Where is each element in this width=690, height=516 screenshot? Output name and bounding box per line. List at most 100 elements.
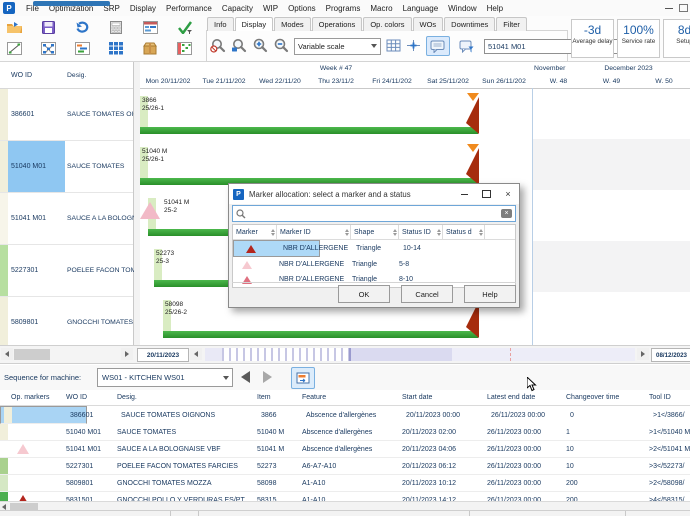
wo-id-cell[interactable]: 5809801 [8,297,65,348]
wo-row-51041-m01[interactable]: 51041 M01SAUCE A LA BOLOGNAISE [0,193,133,245]
menu-help[interactable]: Help [482,2,508,15]
ops-row-51040-m01[interactable]: 51040 M01SAUCE TOMATES51040 MAbscence d'… [0,424,690,441]
scale-select[interactable]: Variable scale [294,38,381,55]
zoom-in-icon[interactable] [252,38,268,55]
ops-col-wo-id[interactable]: WO ID [63,390,114,405]
dialog-col-status-id[interactable]: Status ID [399,225,443,239]
desig-cell[interactable]: SAUCE A LA BOLOGNAISE [65,193,138,244]
gantt-scroll-right[interactable] [637,348,649,360]
zoom-region-icon[interactable] [231,38,247,55]
route-chart-icon[interactable] [2,39,26,57]
restore-icon[interactable] [679,4,688,12]
menu-performance[interactable]: Performance [161,2,217,15]
minimize-icon[interactable] [665,7,673,9]
previous-machine-button[interactable] [241,371,250,383]
wo-table-scroll-thumb[interactable] [14,349,50,360]
dialog-close-button[interactable]: × [497,185,519,203]
wo-id-cell[interactable]: 5227301 [8,245,65,296]
dialog-minimize-button[interactable] [453,185,475,203]
tab-wos[interactable]: WOs [413,17,444,31]
menu-programs[interactable]: Programs [321,2,366,15]
wo-search-input[interactable] [484,39,584,54]
label-filter-icon[interactable] [455,36,479,56]
dialog-maximize-button[interactable] [475,185,497,203]
menu-capacity[interactable]: Capacity [217,2,258,15]
ops-row-51041-m01[interactable]: 51041 M01SAUCE A LA BOLOGNAISE VBF51041 … [0,441,690,458]
marker-row-10-14[interactable]: NBR D'ALLERGENETriangle10-14 [233,240,320,257]
ops-row-5809801[interactable]: 5809801GNOCCHI TOMATES MOZZA58098A1-A102… [0,475,690,492]
menu-macro[interactable]: Macro [365,2,397,15]
grid-lines-icon[interactable] [386,39,401,54]
desig-column-header[interactable]: Desig. [65,62,138,88]
marker-search-box[interactable]: × [232,205,516,222]
dialog-col-shape[interactable]: Shape [351,225,399,239]
zoom-cancel-icon[interactable] [210,38,226,55]
wo-row-51040-m01[interactable]: 51040 M01SAUCE TOMATES [0,141,133,193]
desig-cell[interactable]: SAUCE TOMATES [65,141,138,192]
menu-options[interactable]: Options [283,2,321,15]
next-machine-button[interactable] [263,371,272,383]
marker-row-5-8[interactable]: NBR D'ALLERGENETriangle5-8 [233,257,515,272]
ops-row-386601[interactable]: 386601SAUCE TOMATES OIGNONS3866Abscence … [0,406,87,424]
dialog-col-status-d[interactable]: Status d [443,225,485,239]
desig-cell[interactable]: SAUCE TOMATES OIGNONS [65,89,138,140]
cancel-button[interactable]: Cancel [401,285,453,303]
tab-info[interactable]: Info [207,17,234,31]
planning-board-icon[interactable] [138,18,162,36]
tab-display[interactable]: Display [235,17,274,31]
wo-table-scroll-left[interactable] [1,348,13,360]
sequence-view-toggle[interactable] [291,367,315,389]
dialog-col-marker[interactable]: Marker [233,225,277,239]
ops-col-desig[interactable]: Desig. [114,390,254,405]
ops-col-tool-id[interactable]: Tool ID [646,390,690,405]
allergen-marker-icon[interactable] [140,202,160,219]
ops-scroll-thumb[interactable] [10,503,38,510]
tab-modes[interactable]: Modes [274,17,311,31]
ops-col-changeover-time[interactable]: Changeover time [563,390,646,405]
wo-id-cell[interactable]: 386601 [8,89,65,140]
machine-select[interactable]: WS01 - KITCHEN WS01 [97,368,233,387]
wo-id-cell[interactable]: 51040 M01 [8,141,65,192]
menu-language[interactable]: Language [398,2,444,15]
help-button[interactable]: Help [464,285,516,303]
open-icon[interactable] [2,18,26,36]
menu-wip[interactable]: WIP [258,2,283,15]
wo-id-cell[interactable]: 51041 M01 [8,193,65,244]
calculator-icon[interactable] [104,18,128,36]
clear-search-button[interactable]: × [501,209,512,218]
operation-bar[interactable] [163,331,478,338]
filter-ok-icon[interactable] [172,18,196,36]
ops-col-op-markers[interactable]: Op. markers [8,390,63,405]
package-icon[interactable] [138,39,162,57]
ops-col-latest-end-date[interactable]: Latest end date [484,390,563,405]
ops-row-5227301[interactable]: 5227301POELEE FACON TOMATES FARCIES52273… [0,458,690,475]
gantt-timeline-scrollbar[interactable] [205,348,635,361]
wo-row-5227301[interactable]: 5227301POELEE FACON TOMATES [0,245,133,297]
grid-view-icon[interactable] [104,39,128,57]
undo-icon[interactable] [70,18,94,36]
dialog-title-bar[interactable]: P Marker allocation: select a marker and… [229,184,519,204]
wo-row-386601[interactable]: 386601SAUCE TOMATES OIGNONS [0,89,133,141]
tab-filter[interactable]: Filter [496,17,527,31]
wo-row-5809801[interactable]: 5809801GNOCCHI TOMATES MOZZA [0,297,133,349]
ok-button[interactable]: OK [338,285,390,303]
menu-display[interactable]: Display [125,2,161,15]
dialog-col-marker-id[interactable]: Marker ID [277,225,351,239]
crosshair-icon[interactable] [406,39,421,54]
ops-scroll-left[interactable] [0,503,8,510]
tab-op-colors[interactable]: Op. colors [363,17,411,31]
ops-col-start-date[interactable]: Start date [399,390,484,405]
desig-cell[interactable]: POELEE FACON TOMATES [65,245,138,296]
gantt-scroll-left[interactable] [190,348,202,360]
gantt-icon[interactable] [70,39,94,57]
show-labels-toggle[interactable] [426,36,450,56]
network-icon[interactable] [36,39,60,57]
wo-table-scroll-right[interactable] [121,348,133,360]
tab-operations[interactable]: Operations [312,17,363,31]
operation-bar[interactable] [140,127,478,134]
ops-col-item[interactable]: Item [254,390,299,405]
save-icon[interactable] [36,18,60,36]
menu-window[interactable]: Window [443,2,481,15]
zoom-out-icon[interactable] [273,38,289,55]
ops-col-feature[interactable]: Feature [299,390,399,405]
